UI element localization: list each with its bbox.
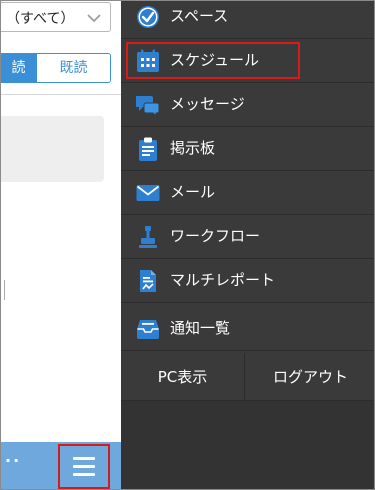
notification-list-icon (137, 320, 159, 339)
filter-select[interactable]: （すべて） (1, 2, 111, 32)
menu-item-workflow[interactable]: ワークフロー (121, 215, 374, 259)
menu-item-label: メール (170, 183, 216, 201)
space-icon (137, 6, 159, 28)
bulletin-board-icon (139, 137, 157, 161)
chevron-down-icon (87, 14, 101, 23)
main-content-panel: （すべて） 読 既読 ·· (1, 1, 121, 489)
more-dots[interactable]: ·· (5, 451, 21, 470)
workflow-icon (139, 226, 157, 248)
menu-item-label: スペース (170, 7, 229, 25)
schedule-highlight-box (126, 42, 300, 79)
menu-item-message[interactable]: メッセージ (121, 83, 374, 127)
pc-view-button[interactable]: PC表示 (121, 353, 245, 400)
segment-unread-button[interactable]: 読 (1, 54, 37, 82)
divider (1, 94, 121, 95)
content-card[interactable] (1, 116, 104, 182)
hamburger-bar (73, 473, 95, 476)
menu-item-multi-report[interactable]: マルチレポート (121, 259, 374, 303)
edge-mark (1, 280, 5, 300)
hamburger-bar (73, 465, 95, 468)
menu-item-label: マルチレポート (170, 271, 276, 289)
menu-item-space[interactable]: スペース (121, 1, 374, 39)
multi-report-icon (140, 270, 156, 292)
segment-read-button[interactable]: 既読 (37, 54, 110, 82)
logout-button[interactable]: ログアウト (245, 353, 374, 400)
menu-item-mail[interactable]: メール (121, 171, 374, 215)
drawer-empty-area (121, 401, 374, 489)
message-icon (136, 96, 160, 117)
read-filter-segment: 読 既読 (1, 53, 111, 83)
menu-item-label: 通知一覧 (170, 319, 231, 337)
drawer-footer-buttons: PC表示 ログアウト (121, 353, 374, 401)
hamburger-bar (73, 457, 95, 460)
menu-item-label: 掲示板 (170, 139, 216, 157)
mail-icon (136, 185, 160, 201)
app-frame: （すべて） 読 既読 ·· スペース スケジュール メッセージ 掲示板 メール … (0, 0, 375, 490)
menu-item-bulletin-board[interactable]: 掲示板 (121, 127, 374, 171)
menu-item-notification-list[interactable]: 通知一覧 (121, 307, 374, 351)
menu-item-label: メッセージ (170, 95, 245, 113)
menu-item-label: ワークフロー (170, 227, 261, 245)
side-drawer: スペース スケジュール メッセージ 掲示板 メール ワークフロー マルチレポート… (121, 1, 374, 489)
filter-select-value: （すべて） (6, 11, 75, 27)
hamburger-menu-button[interactable] (58, 444, 110, 489)
